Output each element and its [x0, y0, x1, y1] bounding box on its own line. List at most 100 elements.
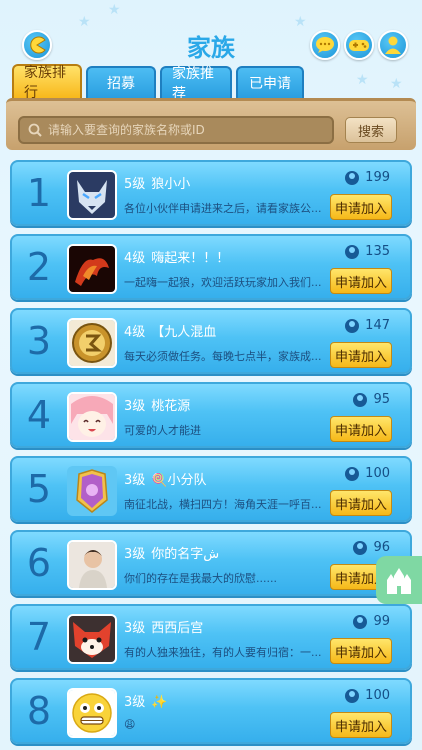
search-button[interactable]: 搜索	[345, 117, 397, 143]
family-description: 每天必须做任务。每晚七点半，家族成...	[124, 350, 322, 363]
member-count: 147	[345, 318, 390, 333]
rank-number: 5	[26, 467, 52, 511]
join-button[interactable]: 申请加入	[330, 638, 392, 664]
family-name: 你的名字ش	[151, 547, 220, 562]
family-name: 西西后宫	[151, 621, 204, 636]
search-field[interactable]	[18, 116, 334, 144]
rank-number: 6	[26, 541, 52, 585]
family-level: 3级	[124, 473, 146, 488]
member-icon	[353, 614, 368, 629]
rank-number: 2	[26, 245, 52, 289]
search-input[interactable]	[48, 123, 308, 137]
member-count: 199	[345, 170, 390, 185]
rank-number: 1	[26, 171, 52, 215]
family-name: 【九人混血	[151, 325, 217, 340]
family-level-name: 3级 你的名字ش	[124, 543, 219, 562]
family-row[interactable]: 1 5级 狼小小 各位小伙伴申请进来之后，请看家族公... 199 申请加入	[10, 160, 412, 226]
family-description: 你们的存在是我最大的欣慰......	[124, 572, 277, 585]
child-photo-avatar	[67, 540, 117, 590]
member-icon	[345, 244, 360, 259]
family-description: 😩	[124, 718, 136, 731]
member-count-value: 100	[365, 466, 390, 481]
family-level-name: 5级 狼小小	[124, 173, 190, 192]
family-row[interactable]: 8 3级 ✨ 😩 100 申请加入	[10, 678, 412, 744]
member-count-value: 135	[365, 244, 390, 259]
family-description: 南征北战，横扫四方！海角天涯一呼百...	[124, 498, 322, 511]
family-level: 5级	[124, 177, 146, 192]
tab-bar: 家族排行 招募 家族推荐 已申请	[12, 64, 304, 102]
member-count: 99	[353, 614, 390, 629]
join-button[interactable]: 申请加入	[330, 712, 392, 738]
member-icon	[353, 540, 368, 555]
family-row[interactable]: 5 3级 🍭小分队 南征北战，横扫四方！海角天涯一呼百... 100 申请加入	[10, 456, 412, 522]
family-name: 🍭小分队	[151, 473, 207, 488]
member-icon	[345, 318, 360, 333]
family-level: 3级	[124, 399, 146, 414]
star-decoration: ★	[356, 72, 369, 88]
purple-crest-avatar	[67, 466, 117, 516]
member-count-value: 100	[365, 688, 390, 703]
family-level-name: 3级 🍭小分队	[124, 469, 206, 488]
anime-girl-avatar	[67, 392, 117, 442]
family-level: 4级	[124, 251, 146, 266]
join-button[interactable]: 申请加入	[330, 490, 392, 516]
family-description: 一起嗨一起狼，欢迎活跃玩家加入我们...	[124, 276, 322, 289]
member-icon	[345, 688, 360, 703]
member-count: 135	[345, 244, 390, 259]
rank-number: 3	[26, 319, 52, 363]
family-level: 3级	[124, 621, 146, 636]
emoji-face-avatar	[67, 688, 117, 738]
gold-emblem-avatar	[67, 318, 117, 368]
family-row[interactable]: 7 3级 西西后宫 有的人独来独往，有的人要有归宿：一... 99 申请加入	[10, 604, 412, 670]
profile-button[interactable]	[378, 30, 408, 60]
chat-button[interactable]	[310, 30, 340, 60]
family-description: 可爱的人才能进	[124, 424, 201, 437]
family-level: 3级	[124, 547, 146, 562]
family-row[interactable]: 4 3级 桃花源 可爱的人才能进 95 申请加入	[10, 382, 412, 448]
family-row[interactable]: 2 4级 嗨起来！！！ 一起嗨一起狼，欢迎活跃玩家加入我们... 135 申请加入	[10, 234, 412, 300]
family-level-name: 3级 ✨	[124, 691, 167, 710]
castle-floating-button[interactable]	[376, 556, 422, 604]
game-button[interactable]	[344, 30, 374, 60]
family-level-name: 4级 嗨起来！！！	[124, 247, 229, 266]
tab-applied[interactable]: 已申请	[236, 66, 304, 98]
join-button[interactable]: 申请加入	[330, 194, 392, 220]
member-count-value: 96	[373, 540, 390, 555]
family-name: 桃花源	[151, 399, 191, 414]
member-icon	[345, 170, 360, 185]
rank-number: 4	[26, 393, 52, 437]
family-row[interactable]: 3 4级 【九人混血 每天必须做任务。每晚七点半，家族成... 147 申请加入	[10, 308, 412, 374]
member-count: 100	[345, 466, 390, 481]
fire-dragon-avatar	[67, 244, 117, 294]
join-button[interactable]: 申请加入	[330, 416, 392, 442]
tab-family-ranking[interactable]: 家族排行	[12, 64, 82, 101]
join-button[interactable]: 申请加入	[330, 268, 392, 294]
join-button[interactable]: 申请加入	[330, 342, 392, 368]
family-level-name: 3级 西西后宫	[124, 617, 203, 636]
family-name: 狼小小	[151, 177, 191, 192]
search-icon	[28, 123, 42, 137]
member-icon	[345, 466, 360, 481]
star-decoration: ★	[390, 76, 403, 92]
member-count: 100	[345, 688, 390, 703]
rank-number: 8	[26, 689, 52, 733]
family-description: 各位小伙伴申请进来之后，请看家族公...	[124, 202, 322, 215]
family-description: 有的人独来独往，有的人要有归宿：一...	[124, 646, 322, 659]
family-level-name: 4级 【九人混血	[124, 321, 216, 340]
rank-number: 7	[26, 615, 52, 659]
red-fox-avatar	[67, 614, 117, 664]
tab-recruit[interactable]: 招募	[86, 66, 156, 98]
castle-icon	[387, 568, 411, 594]
person-icon	[385, 36, 401, 54]
family-row[interactable]: 6 3级 你的名字ش 你们的存在是我最大的欣慰...... 96 申请加入	[10, 530, 412, 596]
member-count-value: 147	[365, 318, 390, 333]
member-count: 95	[353, 392, 390, 407]
chat-bubble-icon	[316, 37, 334, 53]
member-count-value: 95	[373, 392, 390, 407]
family-level: 4级	[124, 325, 146, 340]
family-name: 嗨起来！！！	[151, 251, 230, 266]
tab-family-recommend[interactable]: 家族推荐	[160, 66, 232, 102]
member-count-value: 99	[373, 614, 390, 629]
wolf-avatar	[67, 170, 117, 220]
member-count-value: 199	[365, 170, 390, 185]
